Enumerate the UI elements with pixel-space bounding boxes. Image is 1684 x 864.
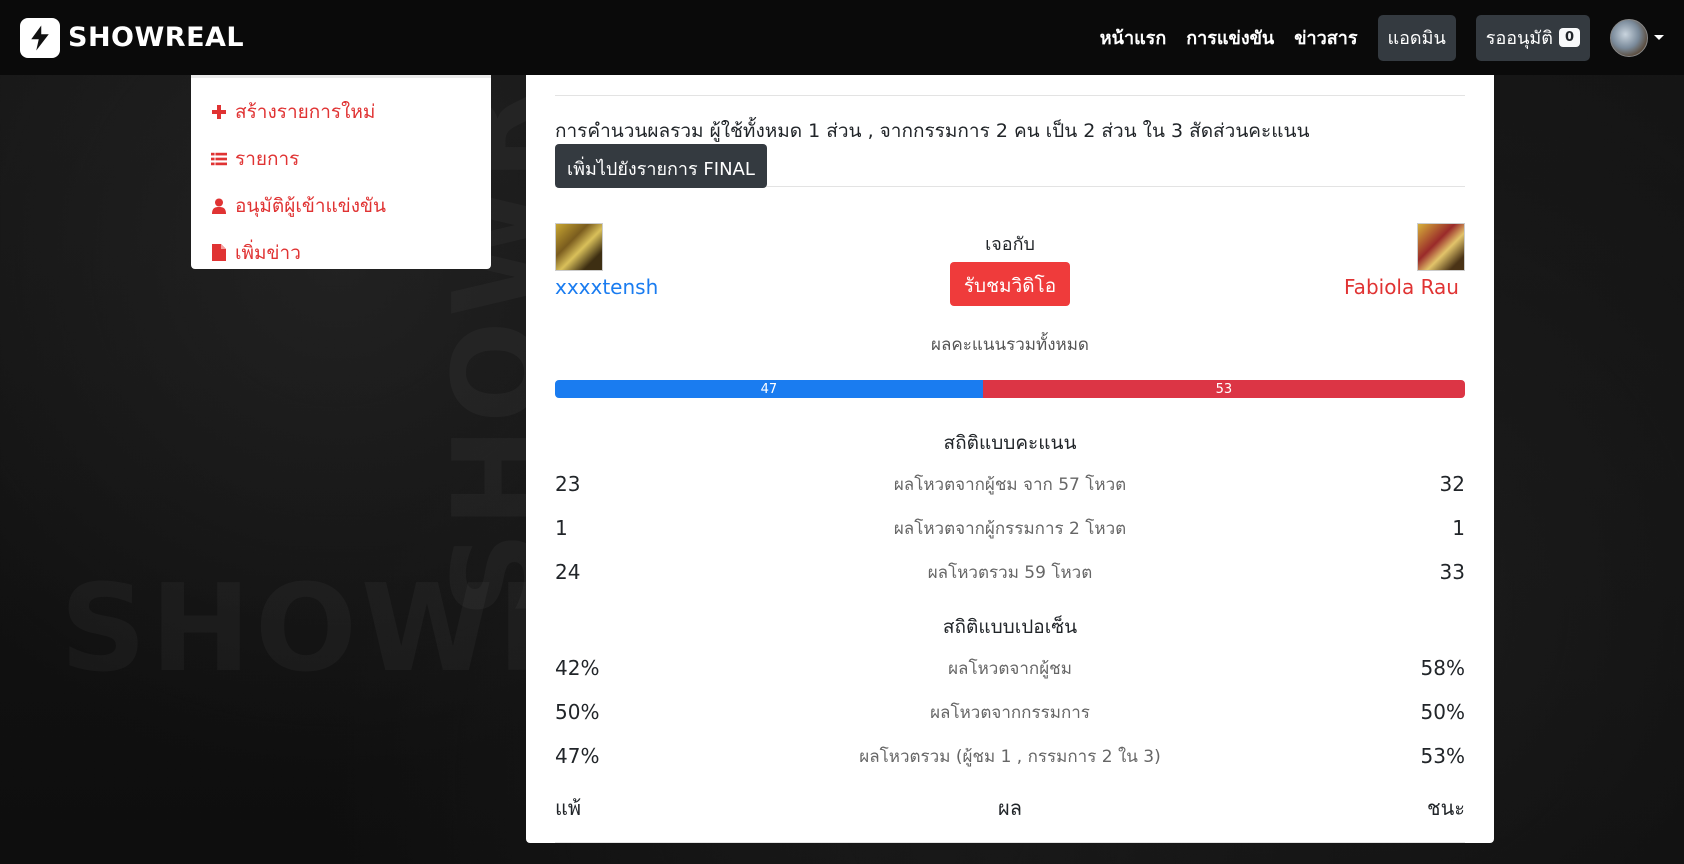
admin-side-menu: สร้างรายการใหม่ รายการ อนุมัติผู้เข้าแข่…: [191, 75, 491, 269]
row-label: ผลโหวตรวม (ผู้ชม 1 , กรรมการ 2 ใน 3): [859, 746, 1161, 767]
sidebar-item-label: รายการ: [235, 147, 300, 170]
admin-button-label: แอดมิน: [1387, 28, 1446, 49]
result-row: แพ้ ผล ชนะ: [555, 788, 1465, 828]
chevron-down-icon: [1654, 35, 1664, 40]
nav-links: หน้าแรก การแข่งขัน ข่าวสาร แอดมิน รออนุม…: [1100, 14, 1664, 61]
admin-button[interactable]: แอดมิน: [1377, 14, 1456, 61]
user-icon: [211, 198, 227, 214]
table-row: 47% ผลโหวตรวม (ผู้ชม 1 , กรรมการ 2 ใน 3)…: [555, 734, 1465, 778]
right-value: 53%: [1420, 744, 1465, 768]
sidebar-item-label: อนุมัติผู้เข้าแข่งขัน: [235, 194, 387, 217]
top-navbar: SHOWREAL หน้าแรก การแข่งขัน ข่าวสาร แอดม…: [0, 0, 1684, 75]
versus-block: เจอกับ รับชมวิดิโอ: [555, 229, 1465, 306]
nav-link-news[interactable]: ข่าวสาร: [1294, 23, 1357, 52]
row-label: ผลโหวตรวม 59 โหวต: [927, 562, 1093, 583]
file-icon: [211, 244, 227, 261]
sidebar-item-add-news[interactable]: เพิ่มข่าว: [211, 229, 471, 276]
plus-icon: [211, 104, 227, 119]
sidebar-item-label: สร้างรายการใหม่: [235, 100, 376, 123]
brand-name: SHOWREAL: [68, 22, 245, 53]
avatar: [1610, 18, 1648, 57]
calculation-description: การคำนวนผลรวม ผู้ใช้ทั้งหมด 1 ส่วน , จาก…: [555, 120, 1310, 142]
left-value: 23: [555, 472, 581, 496]
left-value: 42%: [555, 656, 600, 680]
table-row: 50% ผลโหวตจากกรรมการ 50%: [555, 690, 1465, 734]
match-result-card: การคำนวนผลรวม ผู้ใช้ทั้งหมด 1 ส่วน , จาก…: [526, 75, 1494, 843]
pending-count-badge: 0: [1558, 28, 1580, 47]
user-menu-toggle[interactable]: [1610, 18, 1664, 57]
nav-link-home[interactable]: หน้าแรก: [1100, 23, 1166, 52]
score-progress-bar: 47 53: [555, 380, 1465, 398]
right-value: 58%: [1420, 656, 1465, 680]
watch-video-button[interactable]: รับชมวิดิโอ: [949, 262, 1071, 306]
list-icon: [211, 152, 227, 166]
percent-stats-table: 42% ผลโหวตจากผู้ชม 58% 50% ผลโหวตจากกรรม…: [555, 646, 1465, 778]
left-value: 1: [555, 516, 568, 540]
table-row: 42% ผลโหวตจากผู้ชม 58%: [555, 646, 1465, 690]
right-player: Fabiola Rau: [1344, 223, 1465, 299]
match-row: xxxxtensh เจอกับ รับชมวิดิโอ Fabiola Rau: [555, 223, 1465, 331]
table-row: 24 ผลโหวตรวม 59 โหวต 33: [555, 550, 1465, 594]
divider: [555, 95, 1465, 96]
row-label: ผลโหวตจากผู้ชม จาก 57 โหวต: [893, 474, 1127, 495]
table-row: 23 ผลโหวตจากผู้ชม จาก 57 โหวต 32: [555, 462, 1465, 506]
sidebar-item-label: เพิ่มข่าว: [235, 241, 301, 264]
score-stats-title: สถิติแบบคะแนน: [943, 432, 1077, 454]
pending-approval-button[interactable]: รออนุมัติ 0: [1475, 14, 1590, 61]
progress-left-segment: 47: [555, 380, 983, 398]
row-label: ผลโหวตจากผู้ชม: [948, 658, 1072, 679]
divider: [555, 842, 1465, 843]
left-value: 24: [555, 560, 581, 584]
left-result: แพ้: [555, 796, 582, 820]
right-value: 1: [1452, 516, 1465, 540]
bolt-logo-icon: [20, 17, 60, 58]
add-to-final-button[interactable]: เพิ่มไปยังรายการ FINAL: [555, 144, 767, 188]
percent-stats-title: สถิติแบบเปอเซ็น: [942, 616, 1078, 638]
pending-label: รออนุมัติ: [1485, 28, 1553, 49]
right-player-name[interactable]: Fabiola Rau: [1344, 275, 1465, 299]
right-player-thumbnail[interactable]: [1417, 223, 1465, 271]
versus-label: เจอกับ: [985, 234, 1035, 255]
right-result: ชนะ: [1427, 796, 1465, 820]
score-stats-table: 23 ผลโหวตจากผู้ชม จาก 57 โหวต 32 1 ผลโหว…: [555, 462, 1465, 594]
result-label: ผล: [998, 796, 1022, 820]
left-value: 47%: [555, 744, 600, 768]
total-score-label: ผลคะแนนรวมทั้งหมด: [931, 335, 1089, 355]
sidebar-item-create[interactable]: สร้างรายการใหม่: [211, 88, 471, 135]
right-value: 50%: [1420, 700, 1465, 724]
sidebar-item-list[interactable]: รายการ: [211, 135, 471, 182]
progress-right-segment: 53: [982, 380, 1465, 398]
left-value: 50%: [555, 700, 600, 724]
right-value: 33: [1439, 560, 1465, 584]
sidebar-item-approve[interactable]: อนุมัติผู้เข้าแข่งขัน: [211, 182, 471, 229]
nav-link-competitions[interactable]: การแข่งขัน: [1186, 23, 1274, 52]
table-row: 1 ผลโหวตจากผู้กรรมการ 2 โหวต 1: [555, 506, 1465, 550]
row-label: ผลโหวตจากผู้กรรมการ 2 โหวต: [893, 518, 1127, 539]
row-label: ผลโหวตจากกรรมการ: [930, 702, 1090, 723]
right-value: 32: [1439, 472, 1465, 496]
brand[interactable]: SHOWREAL: [20, 17, 245, 58]
